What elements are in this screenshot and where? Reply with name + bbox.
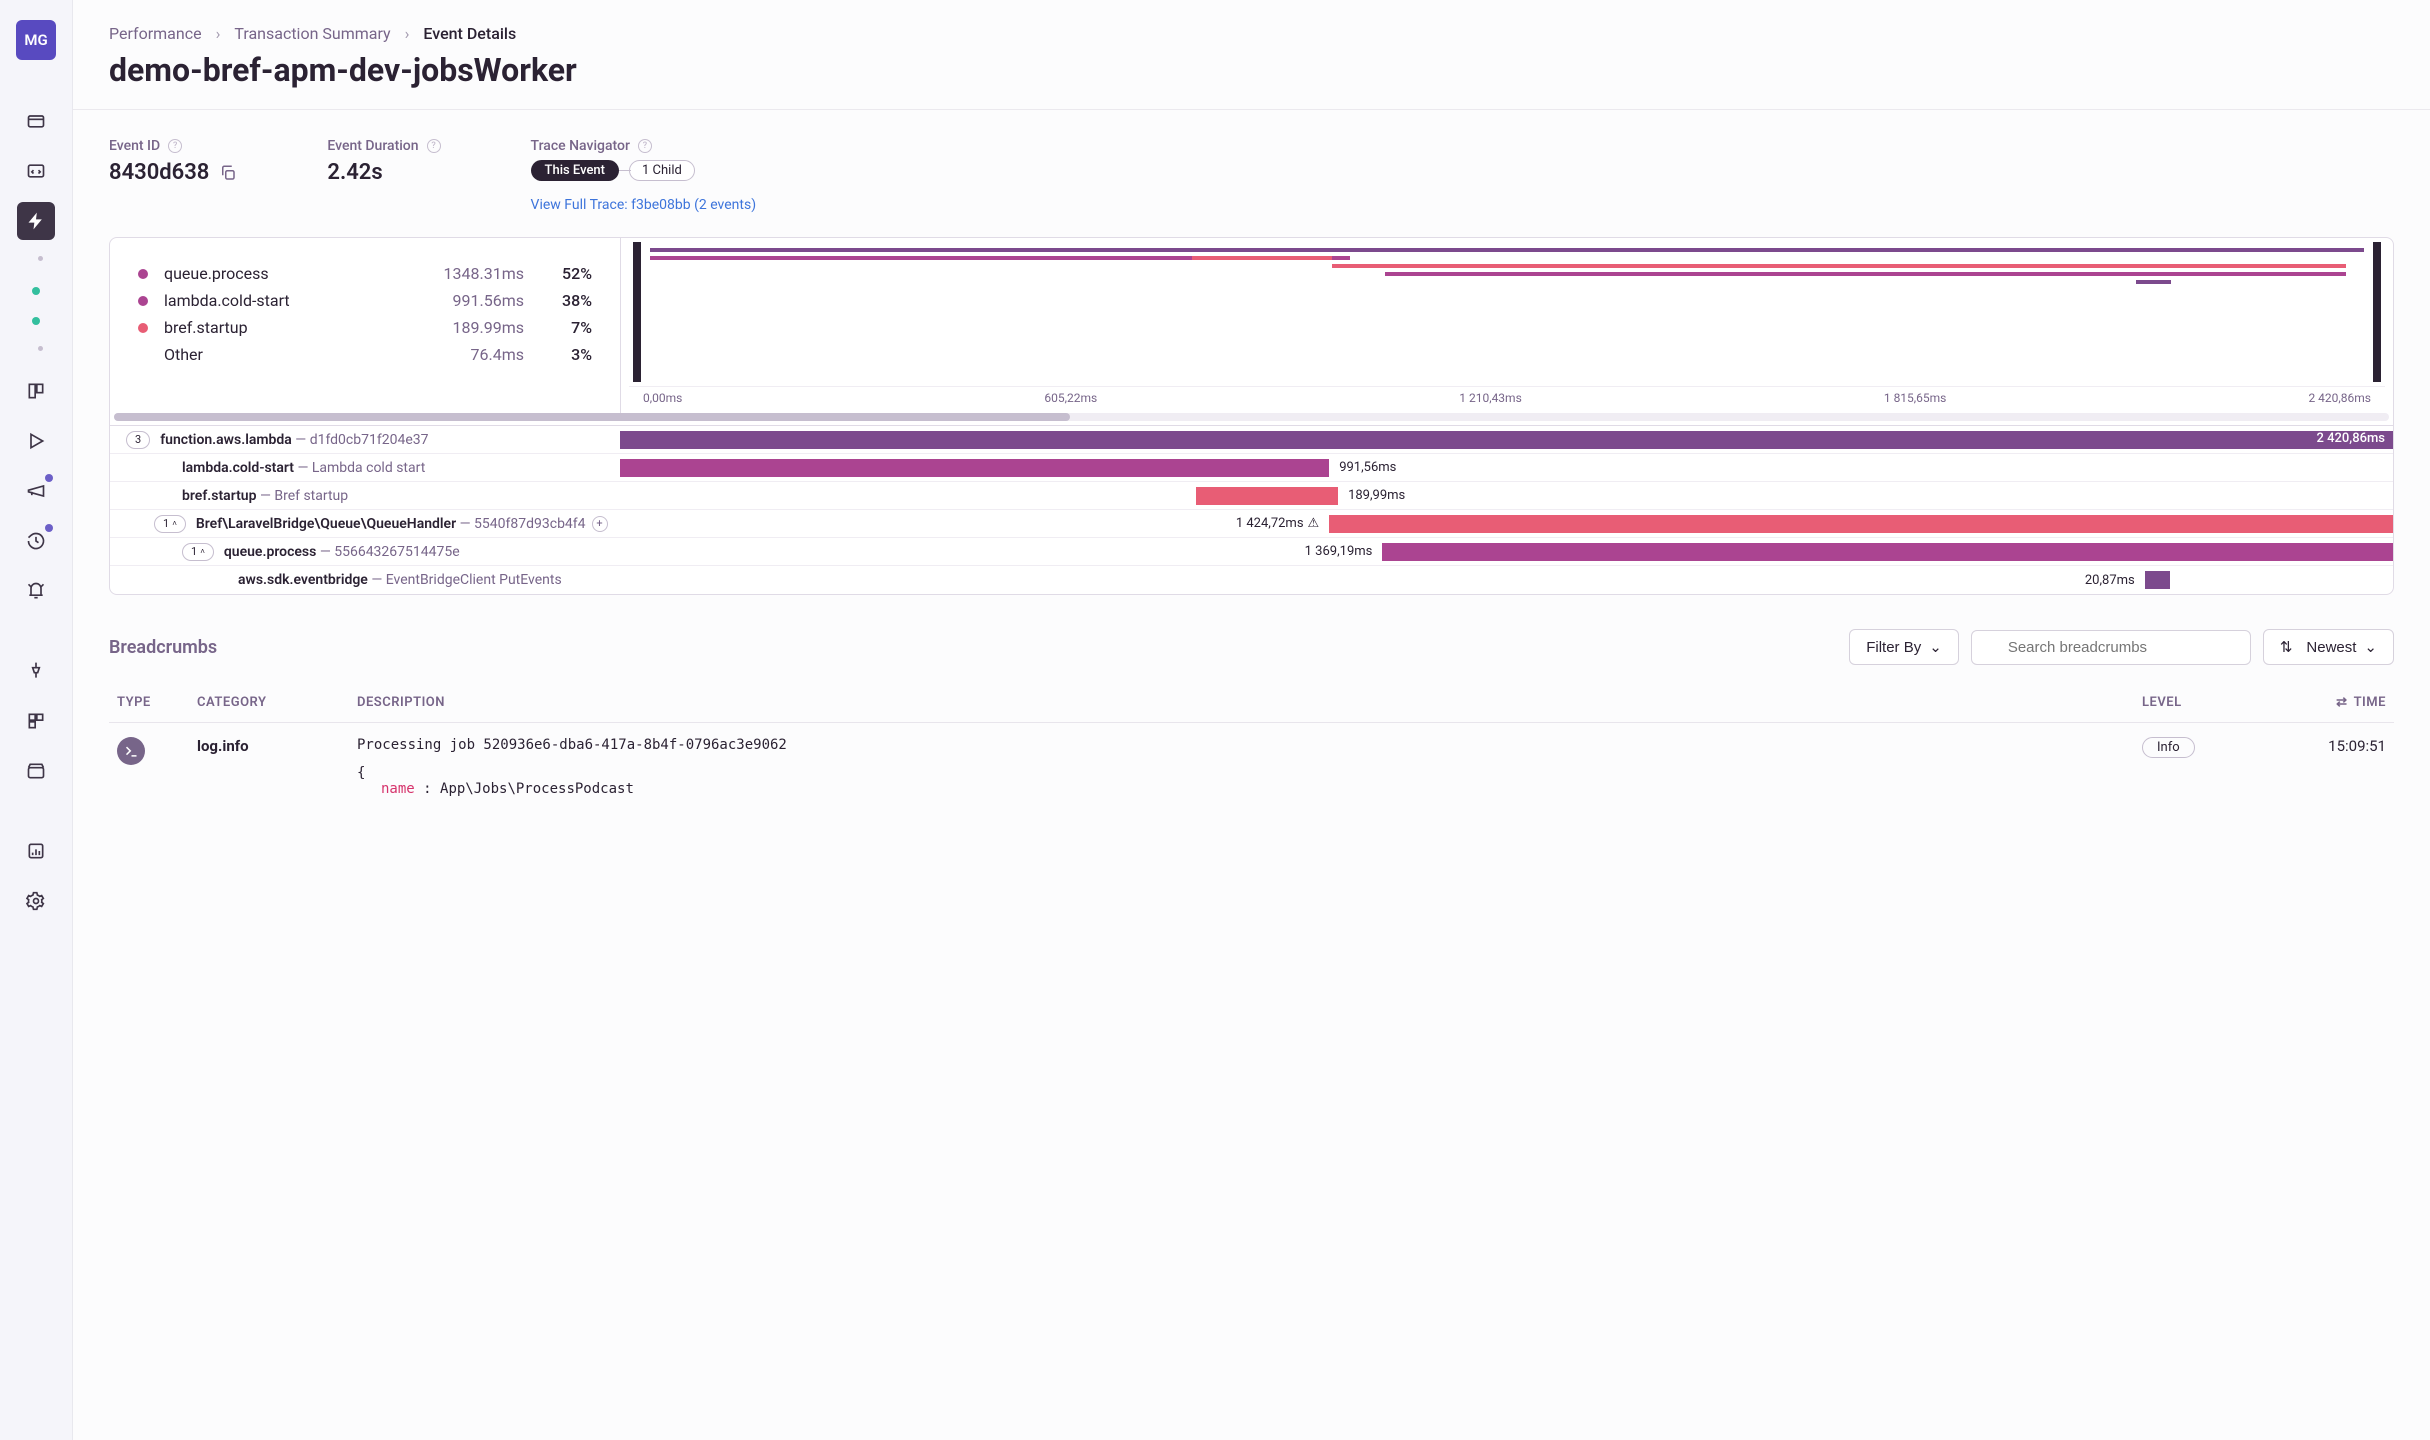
nav-code-icon[interactable] [17, 152, 55, 190]
nav-performance-icon[interactable] [17, 202, 55, 240]
connector [619, 170, 631, 171]
span-row[interactable]: 1˄ Bref\LaravelBridge\Queue\QueueHandler… [110, 510, 2393, 538]
legend-dot [138, 350, 148, 360]
nav-dot-1[interactable] [17, 252, 55, 270]
op-row: bref.startup 189.99ms 7% [138, 314, 592, 341]
terminal-icon [117, 737, 145, 765]
sort-icon: ⇄ [2336, 695, 2347, 710]
col-description: DESCRIPTION [349, 683, 2134, 723]
bc-time: 15:09:51 [2254, 723, 2394, 812]
trace-minimap[interactable]: 0,00ms 605,22ms 1 210,43ms 1 815,65ms 2 … [620, 238, 2393, 413]
view-full-trace-link[interactable]: View Full Trace: f3be08bb (2 events) [531, 197, 757, 213]
this-event-pill[interactable]: This Event [531, 160, 619, 181]
breadcrumb-row[interactable]: log.info Processing job 520936e6-dba6-41… [109, 723, 2394, 812]
minimap-handle-right[interactable] [2373, 242, 2381, 382]
page-header: Performance › Transaction Summary › Even… [73, 0, 2430, 110]
minimap-handle-left[interactable] [633, 242, 641, 382]
help-icon[interactable]: ? [427, 139, 441, 153]
col-category: CATEGORY [189, 683, 349, 723]
time-axis: 0,00ms 605,22ms 1 210,43ms 1 815,65ms 2 … [629, 386, 2385, 413]
expand-icon[interactable]: + [592, 516, 608, 532]
duration-value: 2.42s [327, 160, 440, 185]
main-content: Performance › Transaction Summary › Even… [73, 0, 2430, 1440]
nav-settings-icon[interactable] [17, 882, 55, 920]
nav-projects-icon[interactable] [17, 102, 55, 140]
page-title: demo-bref-apm-dev-jobsWorker [109, 51, 2394, 89]
sort-button[interactable]: ⇅Newest⌄ [2263, 629, 2394, 665]
col-time[interactable]: ⇄TIME [2254, 683, 2394, 723]
event-meta: Event ID? 8430d638 Event Duration? 2.42s… [73, 110, 2430, 229]
sidebar: MG [0, 0, 73, 1440]
chevron-down-icon: ⌄ [2364, 638, 2377, 656]
nav-dashboard-icon[interactable] [17, 372, 55, 410]
span-count-badge[interactable]: 3 [126, 431, 150, 449]
span-count-badge[interactable]: 1˄ [154, 515, 186, 533]
breadcrumb-item[interactable]: Transaction Summary [234, 24, 390, 43]
child-pill[interactable]: 1 Child [629, 160, 695, 181]
op-row: queue.process 1348.31ms 52% [138, 260, 592, 287]
span-tree: 3 function.aws.lambda — d1fd0cb71f204e37… [110, 425, 2393, 594]
span-row[interactable]: lambda.cold-start — Lambda cold start 99… [110, 454, 2393, 482]
breadcrumb: Performance › Transaction Summary › Even… [109, 24, 2394, 43]
legend-dot [138, 269, 148, 279]
span-row[interactable]: 1˄ queue.process — 556643267514475e 1 36… [110, 538, 2393, 566]
horizontal-scrollbar[interactable] [114, 413, 2389, 421]
op-row: lambda.cold-start 991.56ms 38% [138, 287, 592, 314]
nav-pin-icon[interactable] [17, 652, 55, 690]
nav-dot-4[interactable] [17, 342, 55, 360]
chevron-right-icon: › [216, 24, 221, 43]
copy-icon[interactable] [219, 164, 237, 182]
col-level: LEVEL [2134, 683, 2254, 723]
operation-breakdown: queue.process 1348.31ms 52% lambda.cold-… [110, 238, 620, 413]
legend-dot [138, 323, 148, 333]
trace-nav-label: Trace Navigator? [531, 138, 757, 154]
span-count-badge[interactable]: 1˄ [182, 543, 214, 561]
nav-archive-icon[interactable] [17, 752, 55, 790]
duration-label: Event Duration? [327, 138, 440, 154]
op-row: Other 76.4ms 3% [138, 341, 592, 368]
event-id-label: Event ID? [109, 138, 237, 154]
nav-grid-icon[interactable] [17, 702, 55, 740]
nav-alerts-icon[interactable] [17, 572, 55, 610]
col-type: TYPE [109, 683, 189, 723]
bc-description: Processing job 520936e6-dba6-417a-8b4f-0… [357, 737, 2126, 753]
chevron-down-icon: ⌄ [1929, 638, 1942, 656]
legend-dot [138, 296, 148, 306]
warning-icon: ⚠ [1308, 516, 1320, 531]
event-id-value: 8430d638 [109, 160, 209, 185]
nav-dot-2[interactable] [17, 282, 55, 300]
avatar[interactable]: MG [16, 20, 56, 60]
help-icon[interactable]: ? [168, 139, 182, 153]
trace-panel: queue.process 1348.31ms 52% lambda.cold-… [109, 237, 2394, 595]
nav-dot-3[interactable] [17, 312, 55, 330]
nav-stats-icon[interactable] [17, 832, 55, 870]
bc-json: { name : App\Jobs\ProcessPodcast [357, 765, 2126, 797]
breadcrumb-item[interactable]: Performance [109, 24, 202, 43]
filter-by-button[interactable]: Filter By⌄ [1849, 629, 1959, 665]
search-breadcrumbs-input[interactable] [1971, 630, 2251, 665]
breadcrumbs-section: Breadcrumbs Filter By⌄ ⇅Newest⌄ TYPE CAT… [73, 619, 2430, 811]
chevron-right-icon: › [405, 24, 410, 43]
span-row[interactable]: 3 function.aws.lambda — d1fd0cb71f204e37… [110, 426, 2393, 454]
span-row[interactable]: aws.sdk.eventbridge — EventBridgeClient … [110, 566, 2393, 594]
level-badge: Info [2142, 737, 2195, 758]
span-row[interactable]: bref.startup — Bref startup 189,99ms [110, 482, 2393, 510]
chevron-up-icon: ˄ [172, 519, 177, 528]
breadcrumb-current: Event Details [423, 24, 516, 43]
nav-history-icon[interactable] [17, 522, 55, 560]
sort-icon: ⇅ [2280, 638, 2293, 656]
chevron-up-icon: ˄ [200, 547, 205, 556]
nav-megaphone-icon[interactable] [17, 472, 55, 510]
nav-play-icon[interactable] [17, 422, 55, 460]
breadcrumbs-table: TYPE CATEGORY DESCRIPTION LEVEL ⇄TIME lo… [109, 683, 2394, 811]
bc-category: log.info [197, 737, 249, 755]
help-icon[interactable]: ? [638, 139, 652, 153]
breadcrumbs-title: Breadcrumbs [109, 637, 217, 658]
